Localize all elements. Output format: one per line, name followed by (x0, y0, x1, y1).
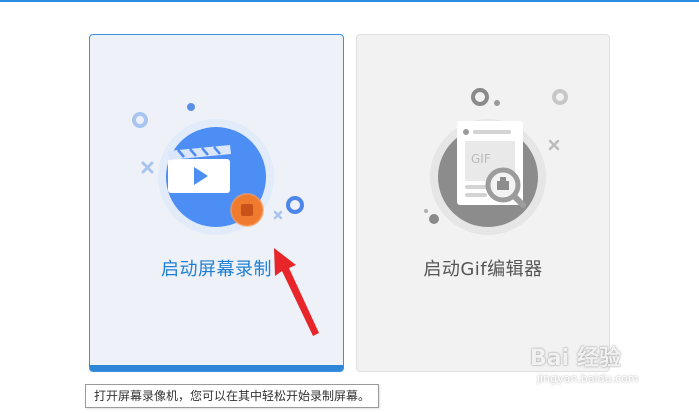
screen-record-illustration (132, 103, 304, 235)
decor-cross-icon (141, 161, 154, 174)
decor-dot-icon (187, 103, 195, 111)
start-gif-editor-label: 启动Gif编辑器 (423, 259, 543, 280)
watermark-site: jingyan.baidu.com (537, 372, 639, 385)
stop-record-icon (230, 193, 264, 227)
decor-dot-icon-2 (429, 214, 439, 224)
svg-text:GIF: GIF (471, 152, 491, 166)
decor-cross-icon (548, 139, 560, 151)
decor-ring-icon-2 (552, 89, 568, 105)
decor-dot-icon (494, 100, 500, 106)
gif-editor-illustration: GIF (424, 88, 568, 235)
decor-ring-icon (471, 88, 489, 106)
decor-ring-icon-2 (286, 196, 304, 214)
start-gif-editor-card[interactable]: GIF 启动Gif编辑器 (356, 34, 610, 372)
annotation-arrow-icon (274, 248, 319, 336)
record-tooltip: 打开屏幕录像机，您可以在其中轻松开始录制屏幕。 (85, 384, 380, 408)
decor-dot-icon-3 (424, 209, 428, 213)
decor-ring-icon (132, 112, 148, 128)
decor-cross-icon-2 (273, 210, 283, 220)
selected-indicator-bar (90, 365, 343, 371)
video-camera-icon (168, 145, 231, 193)
top-accent-border (0, 0, 699, 2)
watermark-brand: Bai 经验 (530, 346, 621, 371)
